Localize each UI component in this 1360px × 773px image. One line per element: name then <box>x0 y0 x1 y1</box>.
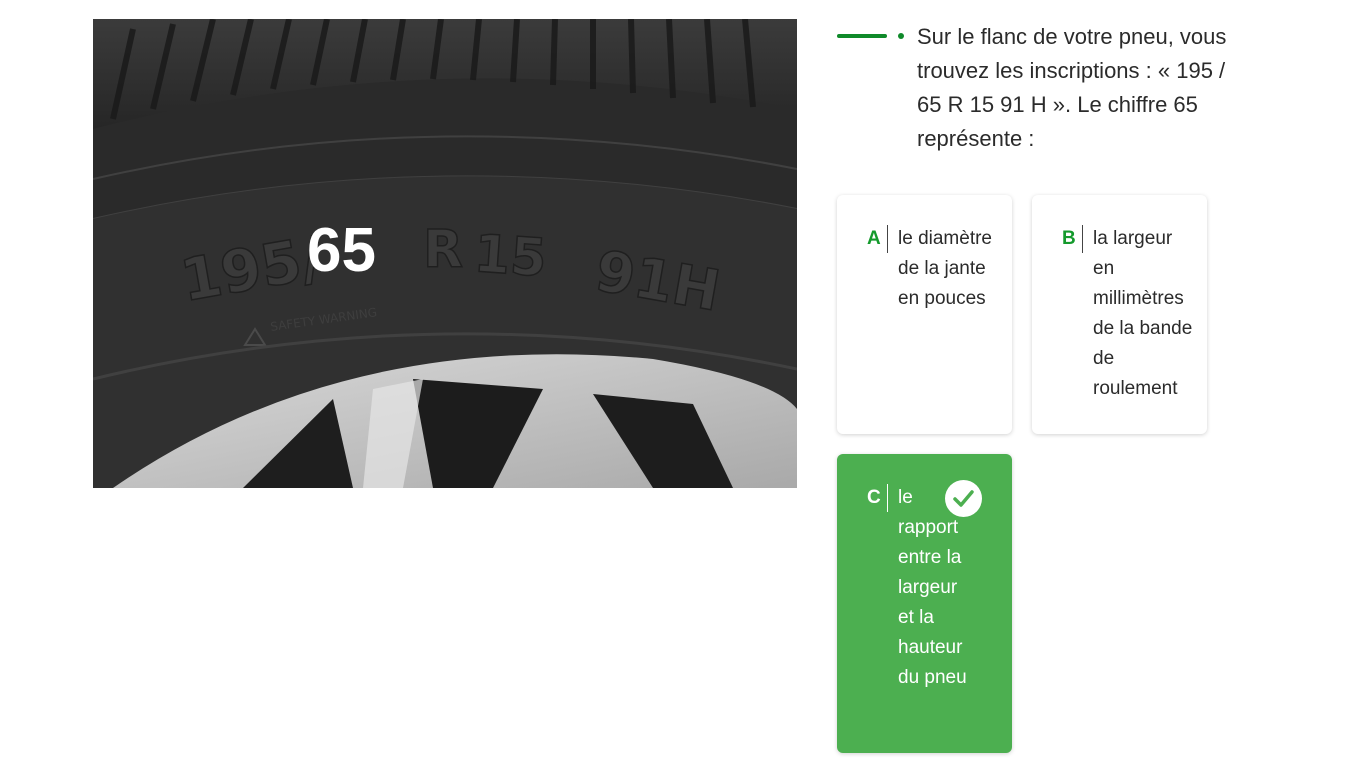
tire-sidewall-image: 195/ 65 R 15 91H SAFETY WARNING <box>93 19 797 488</box>
answer-option-a[interactable]: A le diamètre de la jante en pouces <box>837 195 1012 434</box>
question-text: Sur le flanc de votre pneu, vous trouvez… <box>917 24 1227 151</box>
sidewall-construction: R <box>423 220 463 280</box>
answer-letter: A <box>867 228 881 249</box>
quiz-page: 195/ 65 R 15 91H SAFETY WARNING Sur le f… <box>0 0 1360 773</box>
sidewall-aspect-ratio: 65 <box>307 216 376 285</box>
sidewall-rim: 15 <box>472 224 548 289</box>
answer-letter: B <box>1062 228 1076 249</box>
check-icon <box>945 480 982 517</box>
answer-option-b[interactable]: B la largeur en millimètres de la bande … <box>1032 195 1207 434</box>
answer-divider <box>1082 225 1083 253</box>
answer-text: la largeur en millimètres de la bande de… <box>1093 228 1193 399</box>
answer-text: le diamètre de la jante en pouces <box>898 228 992 309</box>
question-dot <box>898 33 904 39</box>
answer-divider <box>887 484 888 512</box>
question-marker <box>837 34 887 38</box>
answer-divider <box>887 225 888 253</box>
answer-option-c[interactable]: C le rapport entre la largeur et la haut… <box>837 454 1012 753</box>
answer-letter: C <box>867 487 881 508</box>
